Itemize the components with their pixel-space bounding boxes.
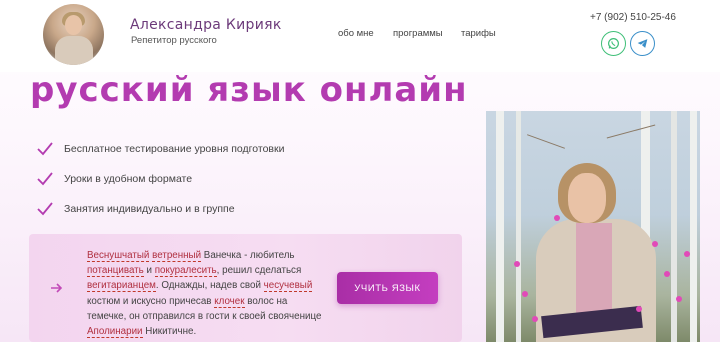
quote-text: Ванечка - любитель [201, 250, 295, 261]
feature-text: Занятия индивидуально и в группе [64, 203, 235, 215]
misspelled-word: ветренный [152, 250, 202, 262]
misspelled-word: покуралесить [154, 265, 217, 278]
brand-subtitle: Репетитор русского [131, 35, 217, 46]
phone-number[interactable]: +7 (902) 510-25-46 [590, 12, 676, 23]
quote-text: костюм и искусно причесав [87, 295, 215, 307]
learn-language-button[interactable]: УЧИТЬ ЯЗЫК [337, 272, 438, 304]
nav-item-pricing[interactable]: тарифы [461, 28, 496, 39]
feature-item: Бесплатное тестирование уровня подготовк… [37, 142, 284, 156]
arrow-right-icon [51, 283, 63, 293]
avatar [43, 4, 104, 65]
quote-text: Никитичне. [142, 326, 197, 338]
misspelled-word: Аполинарии [87, 326, 143, 339]
feature-text: Уроки в удобном формате [64, 173, 193, 185]
telegram-button[interactable] [630, 31, 655, 56]
whatsapp-icon [608, 38, 619, 49]
quote-text: и [143, 265, 155, 277]
nav-item-programs[interactable]: программы [393, 28, 443, 39]
quote-text: , решил сделаться [216, 265, 302, 277]
misspelled-word: клочек [214, 295, 245, 308]
check-icon [37, 172, 53, 186]
hero-headline: русский язык онлайн [30, 70, 468, 110]
check-icon [37, 202, 53, 216]
feature-text: Бесплатное тестирование уровня подготовк… [64, 143, 285, 155]
dictation-card: Веснушчатый ветренный Ванечка - любитель… [29, 234, 462, 342]
nav-item-about[interactable]: обо мне [338, 28, 374, 39]
misspelled-word: чесучевый [263, 280, 313, 293]
misspelled-word: Веснушчатый [87, 250, 150, 262]
quote-text: . Однажды, надев свой [155, 280, 264, 292]
brand-name[interactable]: Александра Кирияк [130, 17, 282, 33]
dictation-text: Веснушчатый ветренный Ванечка - любитель… [87, 248, 327, 339]
teacher-photo [486, 111, 700, 342]
telegram-icon [637, 39, 648, 48]
feature-item: Занятия индивидуально и в группе [37, 202, 235, 216]
whatsapp-button[interactable] [601, 31, 626, 56]
site-header: Александра Кирияк Репетитор русского обо… [0, 0, 720, 72]
misspelled-word: потанцивать [87, 265, 144, 278]
check-icon [37, 142, 53, 156]
misspelled-word: вегитарианцем [87, 280, 156, 293]
feature-item: Уроки в удобном формате [37, 172, 192, 186]
